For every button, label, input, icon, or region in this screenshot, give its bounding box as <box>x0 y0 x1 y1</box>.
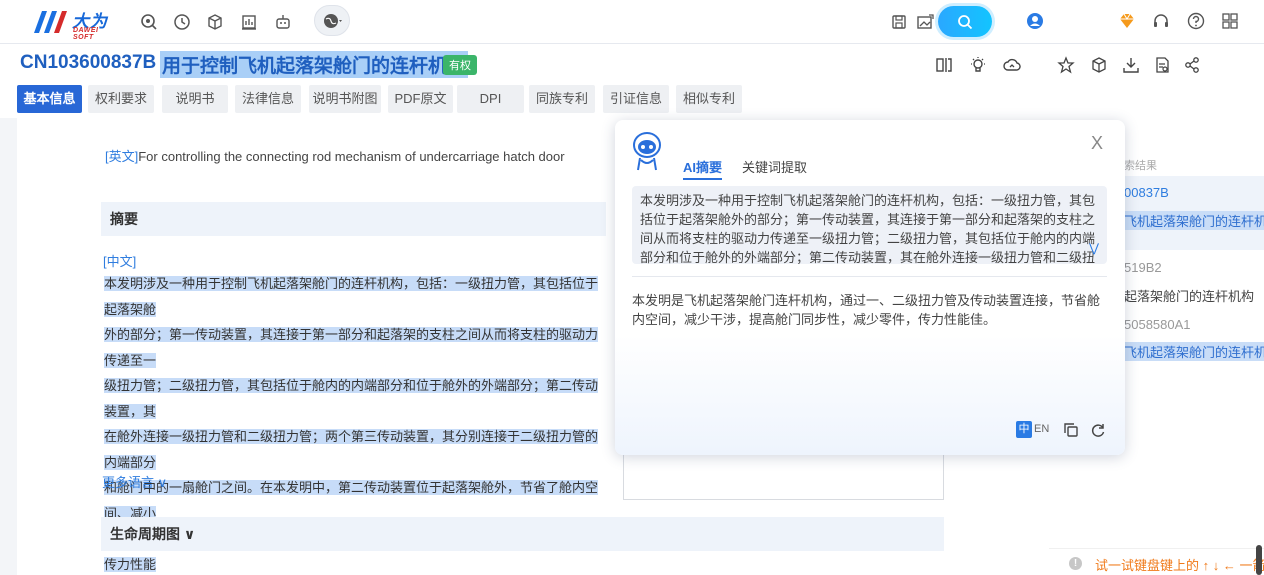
divider <box>632 276 1107 277</box>
brand-sub: DAWEI SOFT <box>73 27 99 41</box>
info-icon: ! <box>1069 557 1082 570</box>
result-list-header: 索结果 <box>1124 160 1157 172</box>
save-icon[interactable] <box>890 13 908 31</box>
close-icon[interactable]: X <box>1091 133 1103 154</box>
package-icon[interactable] <box>1090 56 1108 74</box>
history-icon[interactable] <box>173 13 191 31</box>
patent-number[interactable]: CN103600837B <box>20 52 156 74</box>
copy-icon[interactable] <box>1062 421 1080 439</box>
abstract-line: 外的部分；第一传动装置，其连接于第一部分和起落架的支柱之间从而将支柱的驱动力传递… <box>104 327 599 368</box>
scrollbar[interactable] <box>1256 545 1262 575</box>
tab-claims[interactable]: 权利要求 <box>88 85 154 113</box>
compare-icon[interactable] <box>935 56 953 74</box>
cloud-sync-icon[interactable] <box>1003 56 1021 74</box>
report-icon[interactable] <box>1153 56 1171 74</box>
language-select[interactable] <box>314 5 350 36</box>
user-avatar-icon[interactable] <box>1026 12 1044 30</box>
tab-ai-summary[interactable]: AI摘要 <box>683 157 723 180</box>
vip-diamond-icon[interactable] <box>1118 12 1136 30</box>
ai-summary-popup: AI摘要 关键词提取 X 本发明涉及一种用于控制飞机起落架舱门的连杆机构，包括：… <box>615 120 1125 455</box>
english-title-text: For controlling the connecting rod mecha… <box>138 149 565 164</box>
ai-summary-text: 本发明是飞机起落架舱门连杆机构，通过一、二级扭力管及传动装置连接，节省舱内空间，… <box>632 293 1101 327</box>
english-tag[interactable]: [英文] <box>105 149 138 164</box>
result-item-title[interactable]: 飞机起落架舱门的连杆机 <box>1124 342 1264 361</box>
image-search-icon[interactable] <box>916 13 934 31</box>
original-abstract-box: 本发明涉及一种用于控制飞机起落架舱门的连杆机构，包括：一级扭力管，其包括位于起落… <box>632 186 1107 264</box>
tab-description[interactable]: 说明书 <box>162 85 228 113</box>
tab-keyword-extract[interactable]: 关键词提取 <box>742 157 807 176</box>
cube-icon[interactable] <box>206 13 224 31</box>
drawing-preview[interactable] <box>623 455 944 500</box>
tab-family[interactable]: 同族专利 <box>529 85 595 113</box>
lang-zh-button[interactable]: 中 <box>1016 421 1032 438</box>
tab-basic-info[interactable]: 基本信息 <box>17 85 82 113</box>
tab-similar[interactable]: 相似专利 <box>676 85 742 113</box>
lang-en-button[interactable]: EN <box>1034 421 1049 438</box>
robot-icon[interactable] <box>274 13 292 31</box>
abstract-line: 在舱外连接一级扭力管和二级扭力管；两个第三传动装置，其分别连接于二级扭力管的内端… <box>104 429 599 470</box>
result-item-title[interactable]: 飞机起落架舱门的连杆机 <box>1124 211 1264 230</box>
abstract-line: 本发明涉及一种用于控制飞机起落架舱门的连杆机构，包括：一级扭力管，其包括位于起落… <box>104 276 599 317</box>
tab-citations[interactable]: 引证信息 <box>603 85 669 113</box>
tab-pdf[interactable]: PDF原文 <box>388 85 453 113</box>
result-item-number[interactable]: 00837B <box>1124 185 1169 200</box>
tab-drawings[interactable]: 说明书附图 <box>309 85 381 113</box>
search-icon <box>958 15 973 30</box>
globe-icon <box>324 14 342 28</box>
brand-logo[interactable]: 大为 DAWEI SOFT <box>30 7 112 41</box>
top-bar: 大为 DAWEI SOFT <box>0 0 1264 44</box>
result-item-title[interactable]: 起落架舱门的连杆机构 <box>1124 286 1254 305</box>
help-icon[interactable] <box>1187 12 1205 30</box>
result-item-number[interactable]: 5058580A1 <box>1124 317 1191 332</box>
result-item-number[interactable]: 519B2 <box>1124 260 1162 275</box>
apps-grid-icon[interactable] <box>1221 12 1239 30</box>
keyboard-tip-text: 试一试键盘键上的 ↑ ↓ ← 一箭头 <box>1095 558 1264 573</box>
tab-legal-info[interactable]: 法律信息 <box>235 85 301 113</box>
search-actions <box>882 6 992 37</box>
expand-chevron-icon[interactable]: ⋁ <box>1089 239 1099 258</box>
original-abstract-text: 本发明涉及一种用于控制飞机起落架舱门的连杆机构，包括：一级扭力管，其包括位于起落… <box>640 193 1096 264</box>
more-languages-toggle[interactable]: 更多语言 ∨ <box>102 472 167 491</box>
download-icon[interactable] <box>1122 56 1140 74</box>
search-globe-icon[interactable] <box>140 13 158 31</box>
refresh-icon[interactable] <box>1089 421 1107 439</box>
lifecycle-heading[interactable]: 生命周期图 ∨ <box>101 517 944 551</box>
status-badge: 有权 <box>443 55 477 75</box>
idea-bulb-icon[interactable] <box>969 56 987 74</box>
headset-icon[interactable] <box>1152 12 1170 30</box>
share-icon[interactable] <box>1183 56 1201 74</box>
logo-mark-icon <box>34 11 67 33</box>
abstract-line: 和舱门中的一扇舱门之间。在本发明中，第二传动装置位于起落架舱外，节省了舱内空间、… <box>104 480 599 521</box>
chinese-tag[interactable]: [中文] <box>103 251 136 270</box>
abstract-heading: 摘要 <box>101 202 606 236</box>
abstract-line: 级扭力管；二级扭力管，其包括位于舱内的内端部分和位于舱外的外端部分；第二传动装置… <box>104 378 599 419</box>
english-title: [英文]For controlling the connecting rod m… <box>105 146 565 165</box>
keyboard-tip: ! 试一试键盘键上的 ↑ ↓ ← 一箭头 <box>1049 548 1264 575</box>
chart-doc-icon[interactable] <box>240 13 258 31</box>
tab-dpi[interactable]: DPI <box>457 85 524 113</box>
ai-assistant-icon <box>633 132 661 171</box>
favorite-star-icon[interactable] <box>1057 56 1075 74</box>
patent-title: 用于控制飞机起落架舱门的连杆机构 <box>160 51 469 78</box>
search-button[interactable] <box>938 6 992 37</box>
